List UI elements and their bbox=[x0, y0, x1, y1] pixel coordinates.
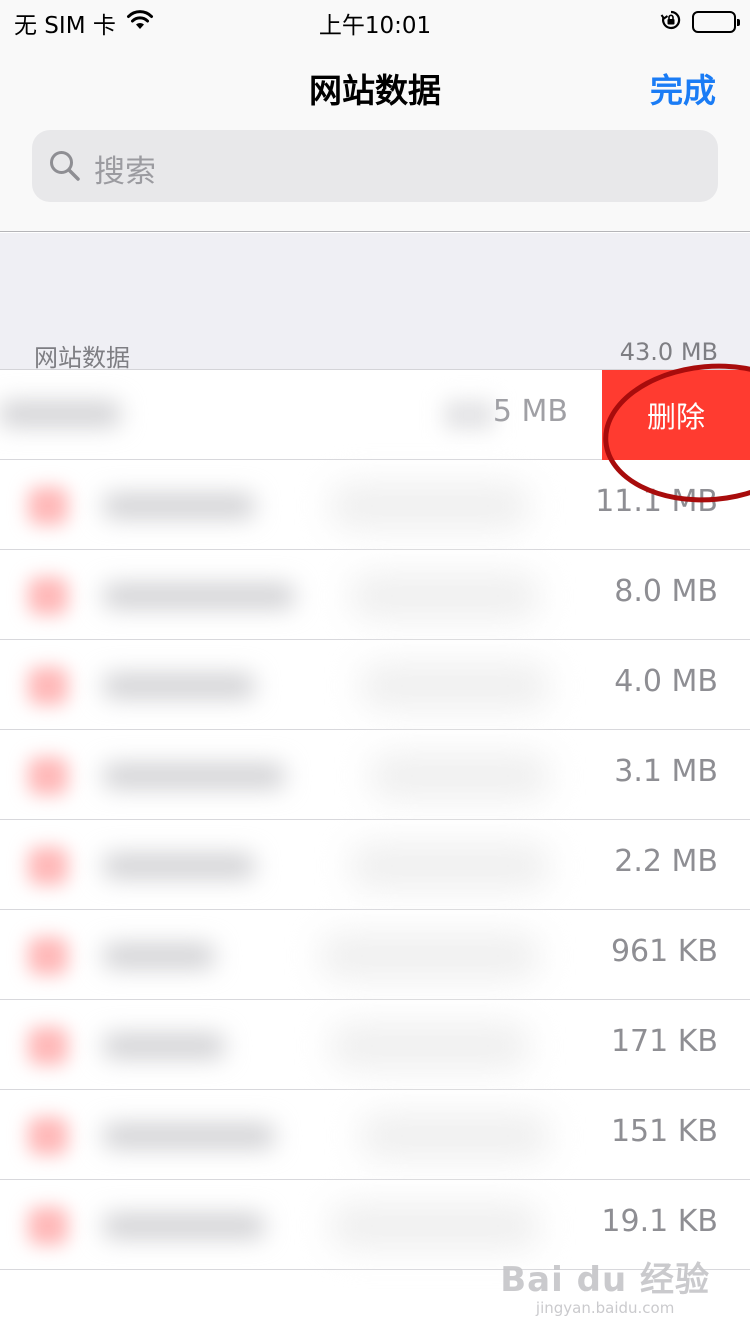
site-favicon bbox=[28, 1117, 68, 1155]
site-size: 961 KB bbox=[610, 934, 718, 969]
site-name-blurred bbox=[104, 764, 284, 788]
site-name-blurred bbox=[104, 1214, 264, 1238]
orientation-lock-icon bbox=[660, 9, 682, 35]
site-size: 4.0 MB bbox=[614, 664, 718, 699]
site-favicon bbox=[28, 1027, 68, 1065]
page-title: 网站数据 bbox=[309, 71, 441, 110]
site-size: 171 KB bbox=[610, 1024, 718, 1059]
status-time: 上午10:01 bbox=[318, 13, 432, 39]
search-placeholder: 搜索 bbox=[94, 154, 156, 190]
list-item[interactable]: 171 KB bbox=[0, 1000, 750, 1090]
site-name-blurred bbox=[104, 1034, 224, 1058]
site-size: 2.2 MB bbox=[614, 844, 718, 879]
list-item-swiped[interactable]: 5 MB 删除 bbox=[0, 370, 750, 460]
site-favicon bbox=[28, 757, 68, 795]
status-right bbox=[660, 9, 740, 35]
list-item[interactable]: 151 KB bbox=[0, 1090, 750, 1180]
site-favicon bbox=[28, 1207, 68, 1245]
site-name-blurred bbox=[104, 674, 254, 698]
search-input[interactable]: 搜索 bbox=[32, 130, 718, 202]
status-bar: 无 SIM 卡 上午10:01 bbox=[0, 0, 750, 40]
site-name-blurred bbox=[104, 494, 254, 518]
site-favicon bbox=[28, 487, 68, 525]
watermark-logo: Bai du 经验 bbox=[500, 1260, 710, 1300]
done-button[interactable]: 完成 bbox=[650, 64, 716, 112]
list-item[interactable]: 11.1 MB bbox=[0, 460, 750, 550]
site-size: 5 MB bbox=[492, 394, 568, 429]
site-size: 151 KB bbox=[610, 1114, 718, 1149]
watermark: Bai du 经验 jingyan.baidu.com bbox=[500, 1252, 710, 1317]
battery-icon bbox=[692, 11, 740, 33]
site-favicon bbox=[28, 847, 68, 885]
list-item[interactable]: 4.0 MB bbox=[0, 640, 750, 730]
list-item[interactable]: 8.0 MB bbox=[0, 550, 750, 640]
site-size: 8.0 MB bbox=[614, 574, 718, 609]
site-size: 19.1 KB bbox=[601, 1204, 718, 1239]
site-favicon bbox=[28, 577, 68, 615]
site-name-blurred bbox=[104, 854, 254, 878]
delete-button[interactable]: 删除 bbox=[602, 370, 750, 460]
section-total: 43.0 MB bbox=[619, 338, 718, 366]
list-item[interactable]: 2.2 MB bbox=[0, 820, 750, 910]
site-name-blurred bbox=[0, 402, 120, 426]
site-name-blurred bbox=[104, 944, 214, 968]
section-title: 网站数据 bbox=[34, 344, 130, 372]
site-name-blurred bbox=[104, 1124, 274, 1148]
site-favicon bbox=[28, 937, 68, 975]
watermark-url: jingyan.baidu.com bbox=[535, 1299, 675, 1317]
site-size: 3.1 MB bbox=[614, 754, 718, 789]
search-icon bbox=[48, 149, 82, 187]
list-item[interactable]: 961 KB bbox=[0, 910, 750, 1000]
website-data-list: 5 MB 删除 11.1 MB 8.0 MB 4.0 MB 3.1 MB 2.2… bbox=[0, 369, 750, 1270]
site-name-blurred bbox=[104, 584, 294, 608]
site-size: 11.1 MB bbox=[595, 484, 718, 519]
site-favicon bbox=[28, 667, 68, 705]
navigation-bar: 网站数据 完成 搜索 bbox=[0, 40, 750, 232]
list-item[interactable]: 3.1 MB bbox=[0, 730, 750, 820]
